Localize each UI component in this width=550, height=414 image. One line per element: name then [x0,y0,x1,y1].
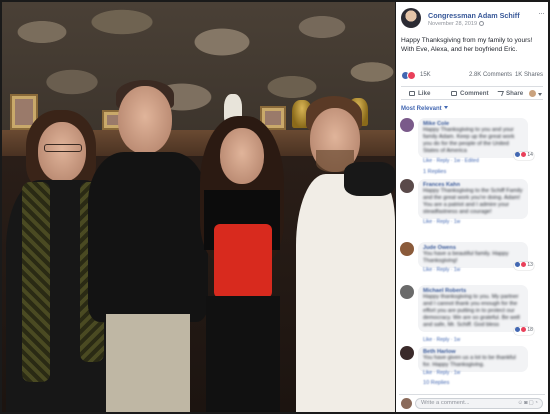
person-eric [292,96,395,412]
page-avatar[interactable] [401,8,421,28]
view-replies-link[interactable]: 10 Replies [423,380,449,386]
chevron-down-icon [443,106,448,109]
comment-input[interactable]: Write a comment... ☺◙▢◔ [415,398,543,409]
like-label: Like [418,90,431,97]
comment-reaction-count: 18 [527,327,533,333]
comment-icon [451,91,457,96]
like-button[interactable]: Like [409,90,430,97]
post-photo[interactable] [2,2,395,412]
commenter-avatar[interactable] [400,285,414,299]
chevron-down-icon [538,93,542,96]
commenter-avatar[interactable] [400,179,414,193]
sort-dropdown[interactable]: Most Relevant [401,106,448,112]
screenshot-frame: Congressman Adam Schiff November 28, 201… [0,0,550,414]
commenter-avatar[interactable] [400,242,414,256]
comment-input-placeholder: Write a comment... [421,400,470,406]
comment-meta[interactable]: Like · Reply · 1w · Edited [423,158,479,164]
post-actions: Like Comment Share [401,86,543,100]
globe-icon [479,21,485,27]
view-replies-link[interactable]: 1 Replies [423,169,446,175]
comment-composer: Write a comment... ☺◙▢◔ [399,394,545,410]
comment-bubble: Mike Cole Happy Thanksgiving to you and … [418,118,528,158]
love-reaction-icon [407,71,416,80]
person-adam [88,80,208,412]
sort-label: Most Relevant [401,106,442,112]
post-stats: 2.8K Comments 1K Shares [469,72,543,78]
comment-bubble: Jude Owens You have a beautiful family. … [418,242,528,268]
comment-reaction-count: 13 [527,262,533,268]
reactions-bar[interactable]: 15K 2.8K Comments 1K Shares [401,70,543,82]
comment-meta[interactable]: Like · Reply · 1w [423,337,460,343]
post-header: Congressman Adam Schiff November 28, 201… [401,8,546,32]
comment-reactions[interactable]: 13 [514,262,534,270]
comment-meta[interactable]: Like · Reply · 1w [423,219,460,225]
comment-reaction-count: 14 [527,152,533,158]
post-timestamp[interactable]: November 28, 2019 [428,21,485,27]
comment-bubble: Frances Kahn Happy Thanksgiving to the S… [418,179,528,219]
thumbs-up-icon [409,91,415,96]
comment-reactions[interactable]: 18 [514,327,534,335]
comment-bubble: Michael Roberts Happy thanksgiving to yo… [418,285,528,332]
comment-text: Happy Thanksgiving to you and your famil… [423,127,515,154]
comment-meta[interactable]: Like · Reply · 1w [423,370,460,376]
comment-text: You have a beautiful family. Happy Thank… [423,251,509,264]
shares-count[interactable]: 1K Shares [515,72,543,78]
comment-item: Frances Kahn Happy Thanksgiving to the S… [400,179,544,225]
user-avatar [401,398,412,409]
comment-text: You have given us a lot to be thankful f… [423,355,516,368]
comment-item: Michael Roberts Happy thanksgiving to yo… [400,285,544,343]
comment-text: Happy thanksgiving to you. My partner an… [423,294,520,328]
comment-text: Happy Thanksgiving to the Schiff Family … [423,188,523,215]
share-button[interactable]: Share [496,90,524,97]
profile-thumbnail-icon [529,90,536,97]
comment-reactions[interactable]: 14 [514,152,534,160]
commenter-avatar[interactable] [400,118,414,132]
comment-label: Comment [460,90,489,97]
comment-item: Beth Harlow You have given us a lot to b… [400,346,544,386]
person-alexa [192,116,292,412]
comment-item: Jude Owens You have a beautiful family. … [400,242,544,273]
reaction-selector[interactable] [529,90,542,99]
comment-meta[interactable]: Like · Reply · 1w [423,267,460,273]
comment-bubble: Beth Harlow You have given us a lot to b… [418,346,528,372]
comments-count[interactable]: 2.8K Comments [469,72,512,78]
reaction-count[interactable]: 15K [420,72,431,78]
post-text: Happy Thanksgiving from my family to you… [401,37,533,53]
composer-icons[interactable]: ☺◙▢◔ [518,400,539,406]
commenter-avatar[interactable] [400,346,414,360]
post-side-panel: Congressman Adam Schiff November 28, 201… [396,2,548,412]
page-name-link[interactable]: Congressman Adam Schiff [428,11,520,20]
sticker-icon[interactable]: ◔ [535,400,539,406]
post-date-text[interactable]: November 28, 2019 [428,21,477,27]
more-options-icon[interactable]: ··· [538,8,545,18]
share-icon [496,91,504,96]
share-label: Share [506,90,524,97]
comment-item: Mike Cole Happy Thanksgiving to you and … [400,118,544,175]
comment-button[interactable]: Comment [451,90,489,97]
